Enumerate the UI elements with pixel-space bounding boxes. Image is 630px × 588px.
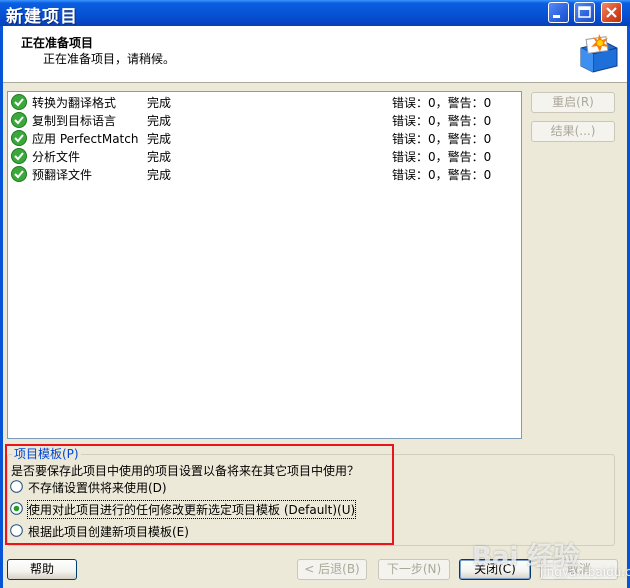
project-package-icon [580, 34, 618, 73]
red-highlight-annotation [5, 444, 394, 545]
task-name: 复制到目标语言 [32, 114, 117, 128]
task-status: 完成 [147, 96, 172, 110]
minimize-icon [553, 15, 560, 18]
task-name: 应用 PerfectMatch [32, 132, 139, 146]
help-button[interactable]: 帮助 [7, 559, 77, 580]
minimize-button[interactable] [548, 2, 569, 23]
task-row: 应用 PerfectMatch 完成 错误：0，警告：0 [8, 129, 521, 147]
task-name: 预翻译文件 [32, 168, 93, 182]
next-button[interactable]: 下一步(N) [378, 559, 450, 580]
check-icon [11, 166, 27, 182]
results-button[interactable]: 结果(...) [531, 121, 615, 142]
back-button[interactable]: < 后退(B) [297, 559, 367, 580]
close-window-button[interactable] [601, 2, 622, 23]
check-icon [11, 94, 27, 110]
header-title: 正在准备项目 [21, 36, 94, 50]
task-result: 错误：0，警告：0 [392, 96, 492, 110]
task-list[interactable]: 转换为翻译格式 完成 错误：0，警告：0 复制到目标语言 完成 错误：0，警告：… [7, 91, 522, 439]
wizard-header: 正在准备项目 正在准备项目，请稍候。 [3, 26, 627, 83]
task-row: 分析文件 完成 错误：0，警告：0 [8, 147, 521, 165]
check-icon [11, 130, 27, 146]
title-bar[interactable]: 新建项目 [0, 0, 630, 27]
window-title: 新建项目 [6, 7, 78, 27]
task-name: 分析文件 [32, 150, 81, 164]
task-status: 完成 [147, 150, 172, 164]
task-row: 复制到目标语言 完成 错误：0，警告：0 [8, 111, 521, 129]
maximize-button[interactable] [574, 2, 595, 23]
task-name: 转换为翻译格式 [32, 96, 117, 110]
close-icon [606, 7, 617, 18]
task-status: 完成 [147, 114, 172, 128]
maximize-icon [578, 6, 591, 18]
task-status: 完成 [147, 132, 172, 146]
header-subtitle: 正在准备项目，请稍候。 [43, 52, 176, 66]
restart-button[interactable]: 重启(R) [531, 92, 615, 113]
check-icon [11, 148, 27, 164]
watermark-url: jingyan.baidu.com [540, 565, 630, 579]
task-result: 错误：0，警告：0 [392, 168, 492, 182]
window-frame-left [0, 26, 3, 588]
task-result: 错误：0，警告：0 [392, 114, 492, 128]
task-row: 预翻译文件 完成 错误：0，警告：0 [8, 165, 521, 183]
task-result: 错误：0，警告：0 [392, 150, 492, 164]
task-result: 错误：0，警告：0 [392, 132, 492, 146]
task-row: 转换为翻译格式 完成 错误：0，警告：0 [8, 93, 521, 111]
task-status: 完成 [147, 168, 172, 182]
check-icon [11, 112, 27, 128]
